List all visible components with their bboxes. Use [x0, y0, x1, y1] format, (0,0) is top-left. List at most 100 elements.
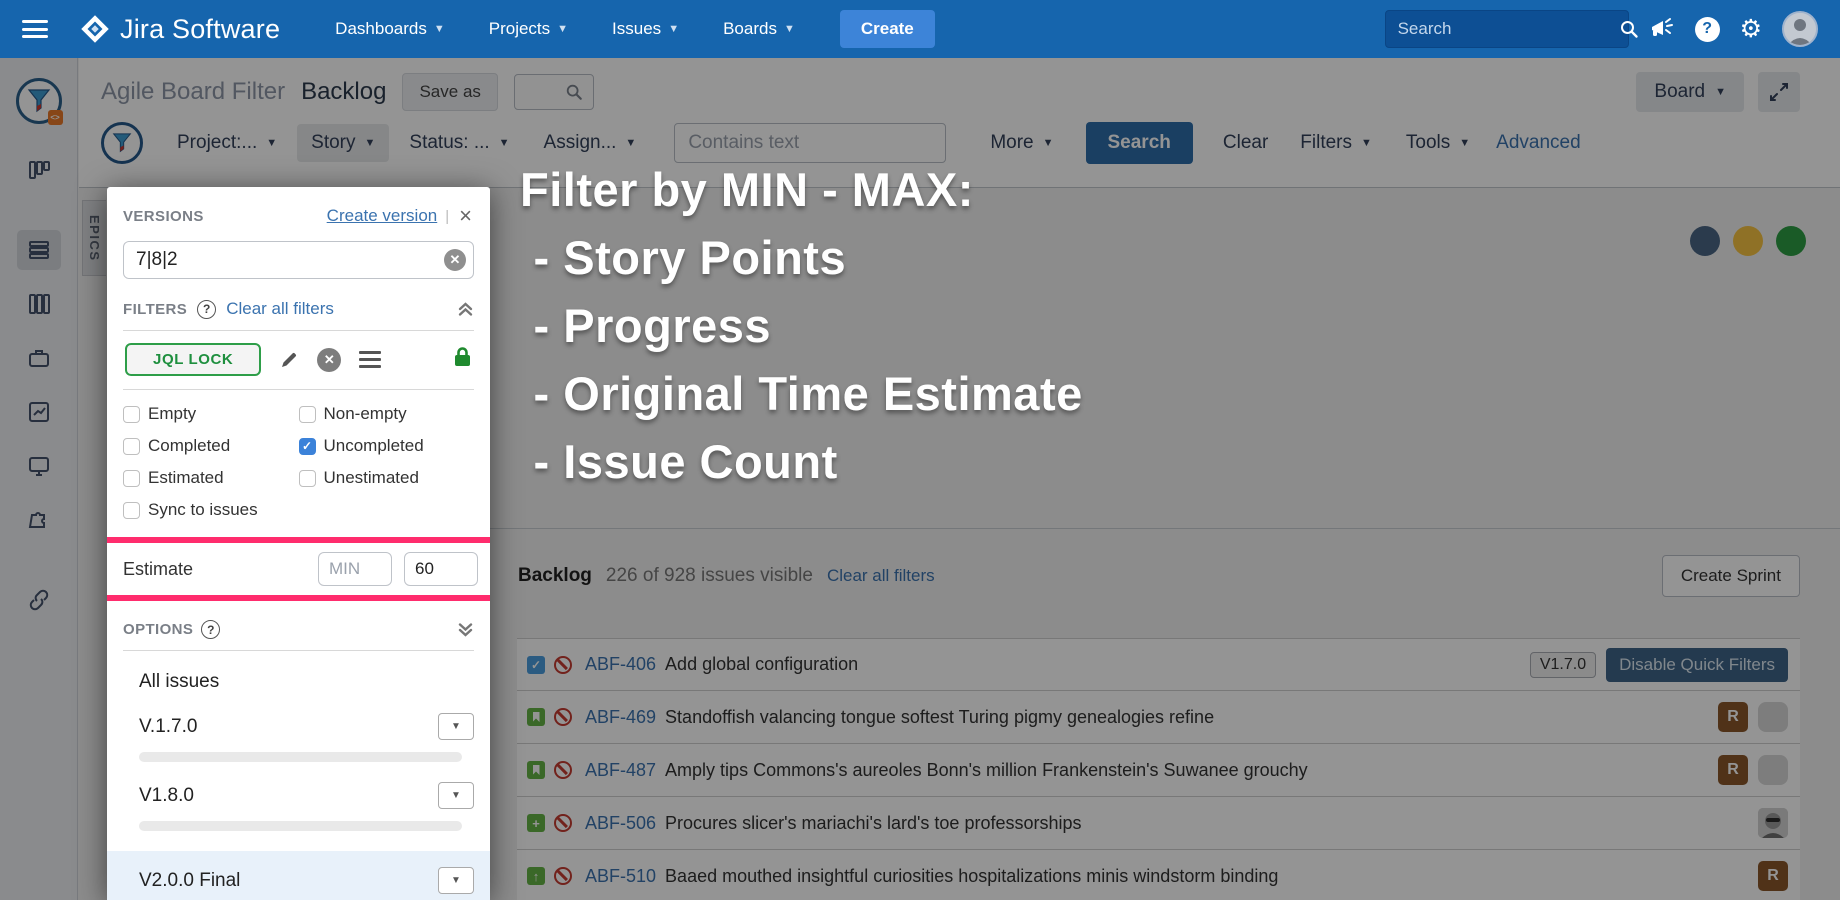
- assignee-avatar[interactable]: R: [1718, 755, 1748, 785]
- disable-quick-filters-button[interactable]: Disable Quick Filters: [1606, 648, 1788, 682]
- contains-text-input[interactable]: [674, 123, 946, 163]
- issue-row[interactable]: ABF-487 Amply tips Commons's aureoles Bo…: [517, 744, 1800, 797]
- nav-dashboards[interactable]: Dashboards▼: [318, 19, 462, 39]
- help-question-icon[interactable]: ?: [201, 620, 220, 639]
- task-type-icon[interactable]: ✓: [527, 656, 545, 674]
- board-search-box[interactable]: [514, 74, 594, 110]
- filter-avatar[interactable]: [101, 122, 143, 164]
- jql-lock-button[interactable]: JQL LOCK: [125, 343, 261, 376]
- issue-key-link[interactable]: ABF-487: [585, 760, 656, 781]
- close-panel-icon[interactable]: ×: [457, 205, 474, 227]
- expand-chevrons-icon[interactable]: [457, 622, 474, 638]
- global-search-input[interactable]: [1398, 19, 1619, 39]
- status-dot-green[interactable]: [1776, 226, 1806, 256]
- checkbox-sync-to-issues[interactable]: Sync to issues: [123, 500, 474, 520]
- backlog-count: 226 of 928 issues visible: [606, 565, 813, 587]
- blocker-priority-icon: [554, 708, 572, 726]
- issue-row[interactable]: ↑ ABF-510 Baaed mouthed insightful curio…: [517, 850, 1800, 900]
- save-as-button[interactable]: Save as: [402, 73, 497, 111]
- version-dropdown[interactable]: ▼: [438, 713, 474, 740]
- versions-panel: VERSIONS Create version | × ✕ FILTERS ? …: [107, 187, 490, 900]
- improvement-type-icon[interactable]: ↑: [527, 867, 545, 885]
- backlog-clear-all-filters-link[interactable]: Clear all filters: [827, 566, 935, 586]
- story-type-icon[interactable]: [527, 708, 545, 726]
- issue-key-link[interactable]: ABF-469: [585, 707, 656, 728]
- estimate-min-input[interactable]: [318, 552, 392, 586]
- global-search[interactable]: [1385, 10, 1629, 48]
- filters-menu[interactable]: Filters▼: [1286, 124, 1386, 162]
- briefcase-icon[interactable]: [17, 338, 61, 378]
- filter-assignee[interactable]: Assign...▼: [530, 124, 651, 162]
- issue-row[interactable]: + ABF-506 Procures slicer's mariachi's l…: [517, 797, 1800, 850]
- jira-logo[interactable]: Jira Software: [80, 14, 280, 45]
- issue-key-link[interactable]: ABF-510: [585, 866, 656, 887]
- reports-chart-icon[interactable]: [17, 392, 61, 432]
- app-switcher-icon[interactable]: [22, 20, 48, 38]
- puzzle-icon[interactable]: [17, 500, 61, 540]
- story-type-icon[interactable]: [527, 761, 545, 779]
- board-header: Agile Board Filter Backlog Save as Board…: [79, 58, 1840, 188]
- version-dropdown[interactable]: ▼: [438, 782, 474, 809]
- version-dropdown[interactable]: ▼: [438, 867, 474, 894]
- announcements-icon[interactable]: [1649, 17, 1675, 41]
- user-avatar[interactable]: [1782, 11, 1818, 47]
- checkbox-non-empty[interactable]: Non-empty: [299, 404, 475, 424]
- nav-projects[interactable]: Projects▼: [472, 19, 585, 39]
- option-version-highlighted[interactable]: V2.0.0 Final ▼: [107, 851, 490, 900]
- edit-pencil-icon[interactable]: [279, 350, 299, 370]
- option-all-issues[interactable]: All issues: [107, 651, 490, 693]
- checkbox-unestimated[interactable]: Unestimated: [299, 468, 475, 488]
- avatar-placeholder: [1758, 702, 1788, 732]
- nav-boards[interactable]: Boards▼: [706, 19, 812, 39]
- issue-key-link[interactable]: ABF-406: [585, 654, 656, 675]
- collapse-chevrons-icon[interactable]: [457, 301, 474, 317]
- new-feature-type-icon[interactable]: +: [527, 814, 545, 832]
- advanced-link[interactable]: Advanced: [1490, 124, 1587, 162]
- issue-key-link[interactable]: ABF-506: [585, 813, 656, 834]
- status-dot-yellow[interactable]: [1733, 226, 1763, 256]
- create-sprint-button[interactable]: Create Sprint: [1662, 555, 1800, 597]
- filter-menu-icon[interactable]: [359, 351, 381, 368]
- assignee-avatar[interactable]: R: [1758, 861, 1788, 891]
- create-version-link[interactable]: Create version: [327, 206, 438, 226]
- help-question-icon[interactable]: ?: [197, 300, 216, 319]
- filter-story[interactable]: Story▼: [297, 124, 389, 162]
- settings-gear-icon[interactable]: ⚙: [1740, 17, 1762, 42]
- board-columns-icon[interactable]: [17, 150, 61, 190]
- epics-collapsed-tab[interactable]: EPICS: [82, 200, 106, 276]
- link-icon[interactable]: [17, 580, 61, 620]
- create-button[interactable]: Create: [840, 10, 935, 48]
- filter-status[interactable]: Status: ...▼: [395, 124, 523, 162]
- nav-issues[interactable]: Issues▼: [595, 19, 696, 39]
- version-filter-input[interactable]: [123, 241, 474, 279]
- option-version[interactable]: V1.8.0 ▼: [107, 762, 490, 809]
- filter-project[interactable]: Project:...▼: [163, 124, 291, 162]
- clear-all-filters-link[interactable]: Clear all filters: [226, 299, 334, 319]
- status-dot-blue[interactable]: [1690, 226, 1720, 256]
- breadcrumb[interactable]: Agile Board Filter: [101, 78, 285, 106]
- issue-row[interactable]: ABF-469 Standoffish valancing tongue sof…: [517, 691, 1800, 744]
- assignee-avatar[interactable]: R: [1718, 702, 1748, 732]
- option-version[interactable]: V.1.7.0 ▼: [107, 693, 490, 740]
- fullscreen-icon[interactable]: [1758, 72, 1800, 112]
- project-avatar[interactable]: <>: [16, 78, 62, 124]
- clear-input-icon[interactable]: ✕: [444, 249, 466, 271]
- tools-menu[interactable]: Tools▼: [1392, 124, 1484, 162]
- checkbox-estimated[interactable]: Estimated: [123, 468, 299, 488]
- checkbox-completed[interactable]: Completed: [123, 436, 299, 456]
- backlog-rows-icon[interactable]: [17, 230, 61, 270]
- checkbox-uncompleted[interactable]: ✓Uncompleted: [299, 436, 475, 456]
- search-button[interactable]: Search: [1086, 122, 1193, 164]
- estimate-max-input[interactable]: [404, 552, 478, 586]
- monitor-icon[interactable]: [17, 446, 61, 486]
- active-board-icon[interactable]: [17, 284, 61, 324]
- board-menu-button[interactable]: Board▼: [1636, 72, 1744, 112]
- version-progress-bar: [139, 821, 462, 831]
- assignee-avatar-photo[interactable]: [1758, 808, 1788, 838]
- remove-filter-icon[interactable]: ✕: [317, 348, 341, 372]
- filter-more[interactable]: More▼: [976, 124, 1067, 162]
- checkbox-empty[interactable]: Empty: [123, 404, 299, 424]
- issue-row[interactable]: ✓ ABF-406 Add global configuration V1.7.…: [517, 638, 1800, 691]
- help-icon[interactable]: ?: [1695, 17, 1720, 42]
- clear-button[interactable]: Clear: [1211, 124, 1280, 162]
